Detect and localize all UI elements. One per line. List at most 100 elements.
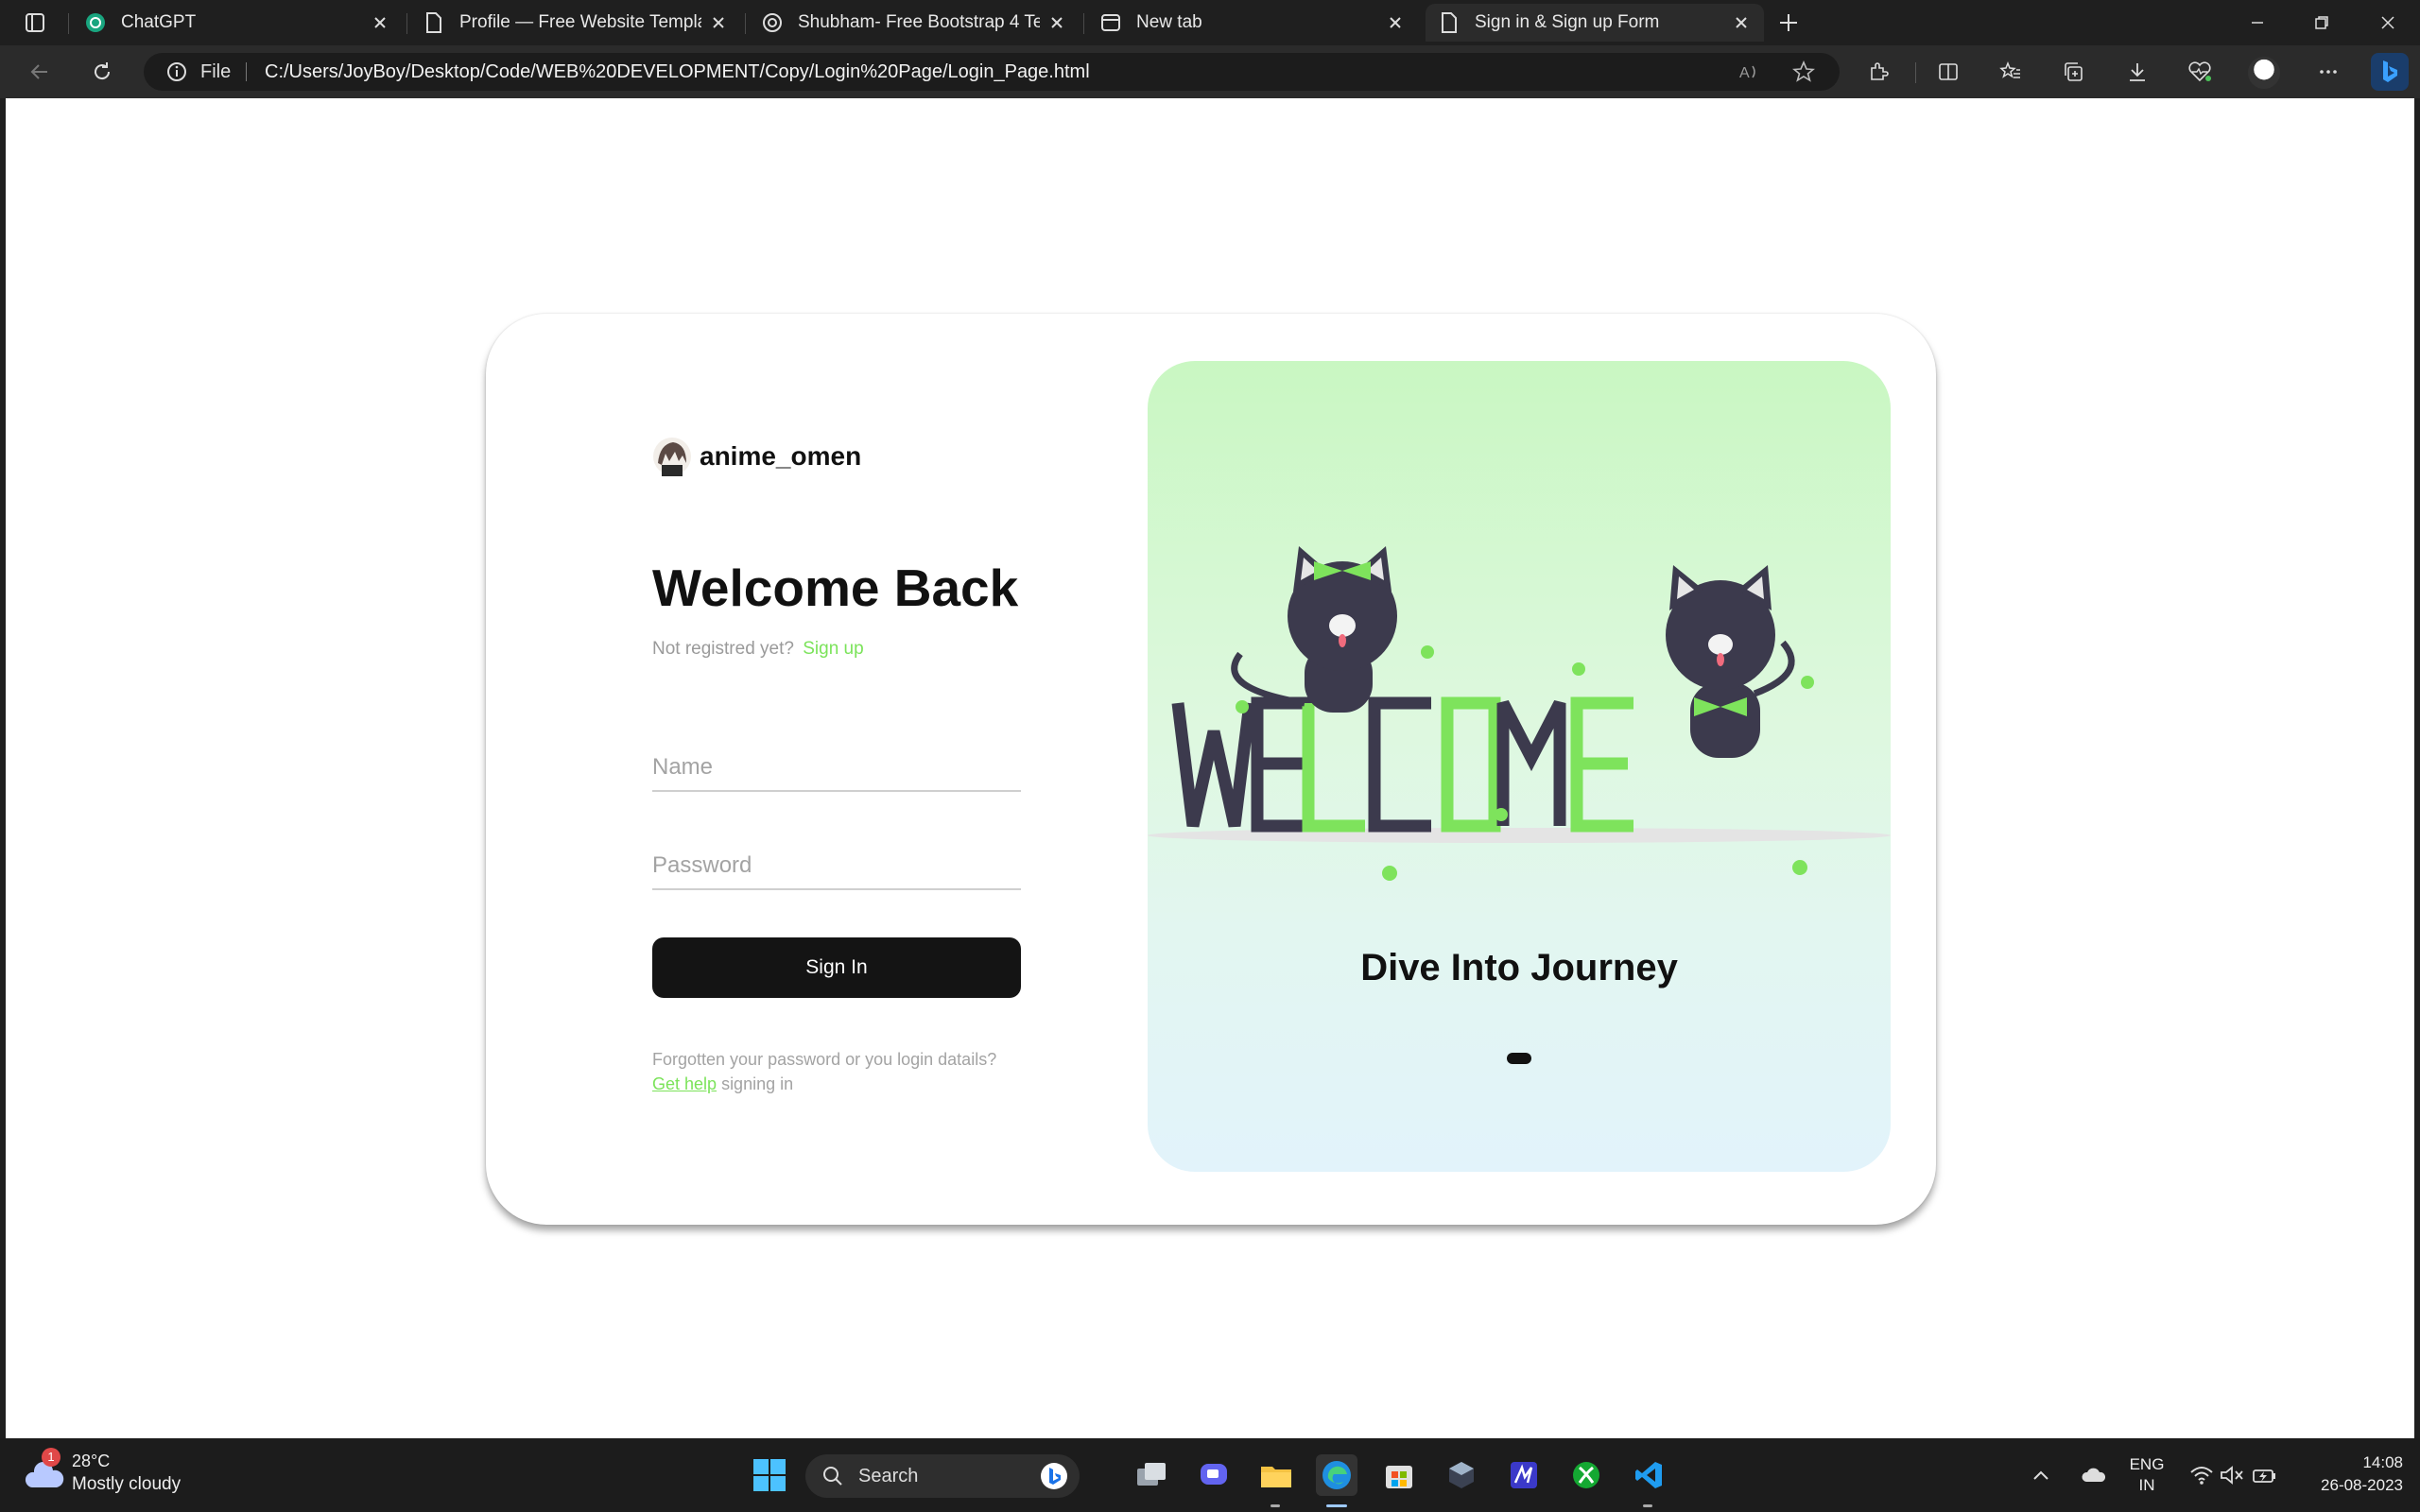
restore-button[interactable]	[2303, 8, 2341, 38]
tab-separator	[406, 13, 407, 34]
toolbar-separator	[1915, 62, 1916, 83]
refresh-button[interactable]	[85, 57, 119, 87]
read-aloud-icon[interactable]: A	[1737, 60, 1760, 83]
maverick-icon	[1511, 1462, 1537, 1488]
profile-avatar[interactable]	[2248, 57, 2280, 89]
favorite-star-icon[interactable]	[1792, 60, 1815, 83]
language-top[interactable]: ENG	[2125, 1455, 2169, 1474]
close-icon[interactable]	[1386, 13, 1405, 32]
tab-shubham-template[interactable]: Shubham- Free Bootstrap 4 Temp	[749, 4, 1080, 42]
close-icon[interactable]	[371, 13, 389, 32]
cat-left-icon	[1231, 546, 1397, 713]
edge-browser-button[interactable]	[1316, 1454, 1357, 1496]
vscode-button[interactable]	[1628, 1454, 1669, 1496]
close-icon[interactable]	[1732, 13, 1751, 32]
minimize-button[interactable]	[2238, 8, 2276, 38]
running-indicator	[1270, 1504, 1280, 1507]
document-icon	[424, 12, 444, 33]
tab-actions-icon	[26, 13, 44, 32]
tab-title: Sign in & Sign up Form	[1475, 12, 1660, 32]
cat-right-icon	[1666, 565, 1795, 758]
tab-actions-menu-button[interactable]	[17, 9, 51, 36]
favorites-button[interactable]	[1995, 57, 2027, 87]
tab-sign-in-form[interactable]: Sign in & Sign up Form	[1426, 4, 1764, 42]
signup-link[interactable]: Sign up	[803, 639, 863, 659]
downloads-button[interactable]	[2121, 57, 2153, 87]
copilot-button[interactable]	[2371, 53, 2409, 91]
signup-prompt-row: Not registred yet? Sign up	[652, 639, 864, 660]
split-screen-button[interactable]	[1932, 57, 1964, 87]
extensions-button[interactable]	[1862, 57, 1894, 87]
tab-chatgpt[interactable]: ChatGPT	[72, 4, 403, 42]
favorites-list-icon	[1999, 60, 2020, 78]
folder-icon	[1261, 1467, 1291, 1487]
show-hidden-icons-button[interactable]	[2027, 1454, 2055, 1496]
address-url[interactable]: C:/Users/JoyBoy/Desktop/Code/WEB%20DEVEL…	[265, 61, 1090, 83]
letter-e2	[1570, 696, 1634, 833]
close-window-button[interactable]	[2369, 8, 2407, 38]
letter-l	[1302, 703, 1365, 833]
language-bottom[interactable]: IN	[2125, 1476, 2169, 1495]
app-cube-button[interactable]	[1441, 1454, 1482, 1496]
cube-icon	[1449, 1462, 1474, 1488]
page-title: Welcome Back	[652, 558, 1019, 617]
tab-separator	[1083, 13, 1084, 34]
browser-toolbar: File C:/Users/JoyBoy/Desktop/Code/WEB%20…	[0, 45, 2420, 98]
clock-time[interactable]: 14:08	[2299, 1453, 2403, 1472]
battery-button[interactable]	[2250, 1454, 2278, 1496]
windows-logo-icon	[753, 1459, 786, 1491]
settings-more-button[interactable]	[2312, 57, 2344, 87]
close-icon[interactable]	[709, 13, 728, 32]
get-help-link[interactable]: Get help	[652, 1074, 717, 1093]
volume-button[interactable]	[2218, 1454, 2246, 1496]
bing-icon	[2383, 60, 2397, 82]
info-icon[interactable]	[166, 61, 187, 82]
onedrive-button[interactable]	[2078, 1454, 2110, 1496]
address-bar[interactable]: File C:/Users/JoyBoy/Desktop/Code/WEB%20…	[144, 53, 1840, 91]
refresh-icon	[95, 62, 111, 80]
teams-chat-button[interactable]	[1193, 1454, 1235, 1496]
taskbar-search[interactable]: Search	[805, 1454, 1080, 1498]
search-label: Search	[858, 1466, 919, 1486]
sign-in-button[interactable]: Sign In	[652, 937, 1021, 998]
collections-button[interactable]	[2057, 57, 2089, 87]
help-suffix: signing in	[721, 1074, 794, 1093]
arrow-left-icon	[30, 64, 47, 79]
browser-tab-bar: ChatGPT Profile — Free Website Template …	[0, 0, 2420, 45]
puzzle-icon	[1871, 62, 1889, 80]
weather-badge: 1	[42, 1448, 60, 1467]
task-view-button[interactable]	[1131, 1454, 1172, 1496]
start-button[interactable]	[749, 1454, 790, 1496]
file-explorer-button[interactable]	[1255, 1454, 1297, 1496]
letter-m	[1496, 700, 1566, 826]
restore-icon	[2315, 16, 2328, 29]
more-horizontal-icon	[2320, 70, 2337, 74]
wifi-button[interactable]	[2187, 1454, 2216, 1496]
password-field[interactable]	[652, 843, 1021, 890]
new-tab-button[interactable]	[1773, 8, 1804, 38]
tab-profile-template[interactable]: Profile — Free Website Template	[410, 4, 741, 42]
close-icon[interactable]	[1047, 13, 1066, 32]
chevron-up-icon	[2033, 1470, 2048, 1480]
cloud-icon	[2082, 1468, 2106, 1482]
app-maverick-button[interactable]	[1503, 1454, 1545, 1496]
address-separator	[246, 62, 247, 81]
task-view-icon	[1137, 1463, 1166, 1486]
back-button[interactable]	[23, 57, 57, 87]
letter-w	[1171, 702, 1256, 828]
carousel-indicator[interactable]	[1507, 1053, 1531, 1064]
store-button[interactable]	[1378, 1454, 1420, 1496]
tab-new-tab[interactable]: New tab	[1087, 4, 1418, 42]
weather-description: Mostly cloudy	[72, 1474, 182, 1494]
name-field[interactable]	[652, 745, 1021, 792]
browser-essentials-button[interactable]	[2184, 57, 2216, 87]
xbox-button[interactable]	[1565, 1454, 1607, 1496]
welcome-cats-illustration	[1148, 546, 1891, 881]
plus-icon	[1780, 14, 1797, 31]
windows-taskbar: 1 28°C Mostly cloudy Search ENG IN 14:08…	[0, 1438, 2420, 1512]
tab-title: Profile — Free Website Template	[459, 12, 701, 32]
split-screen-icon	[1939, 63, 1958, 80]
active-indicator	[1326, 1504, 1347, 1507]
letter-o	[1441, 696, 1501, 833]
clock-date[interactable]: 26-08-2023	[2299, 1476, 2403, 1495]
